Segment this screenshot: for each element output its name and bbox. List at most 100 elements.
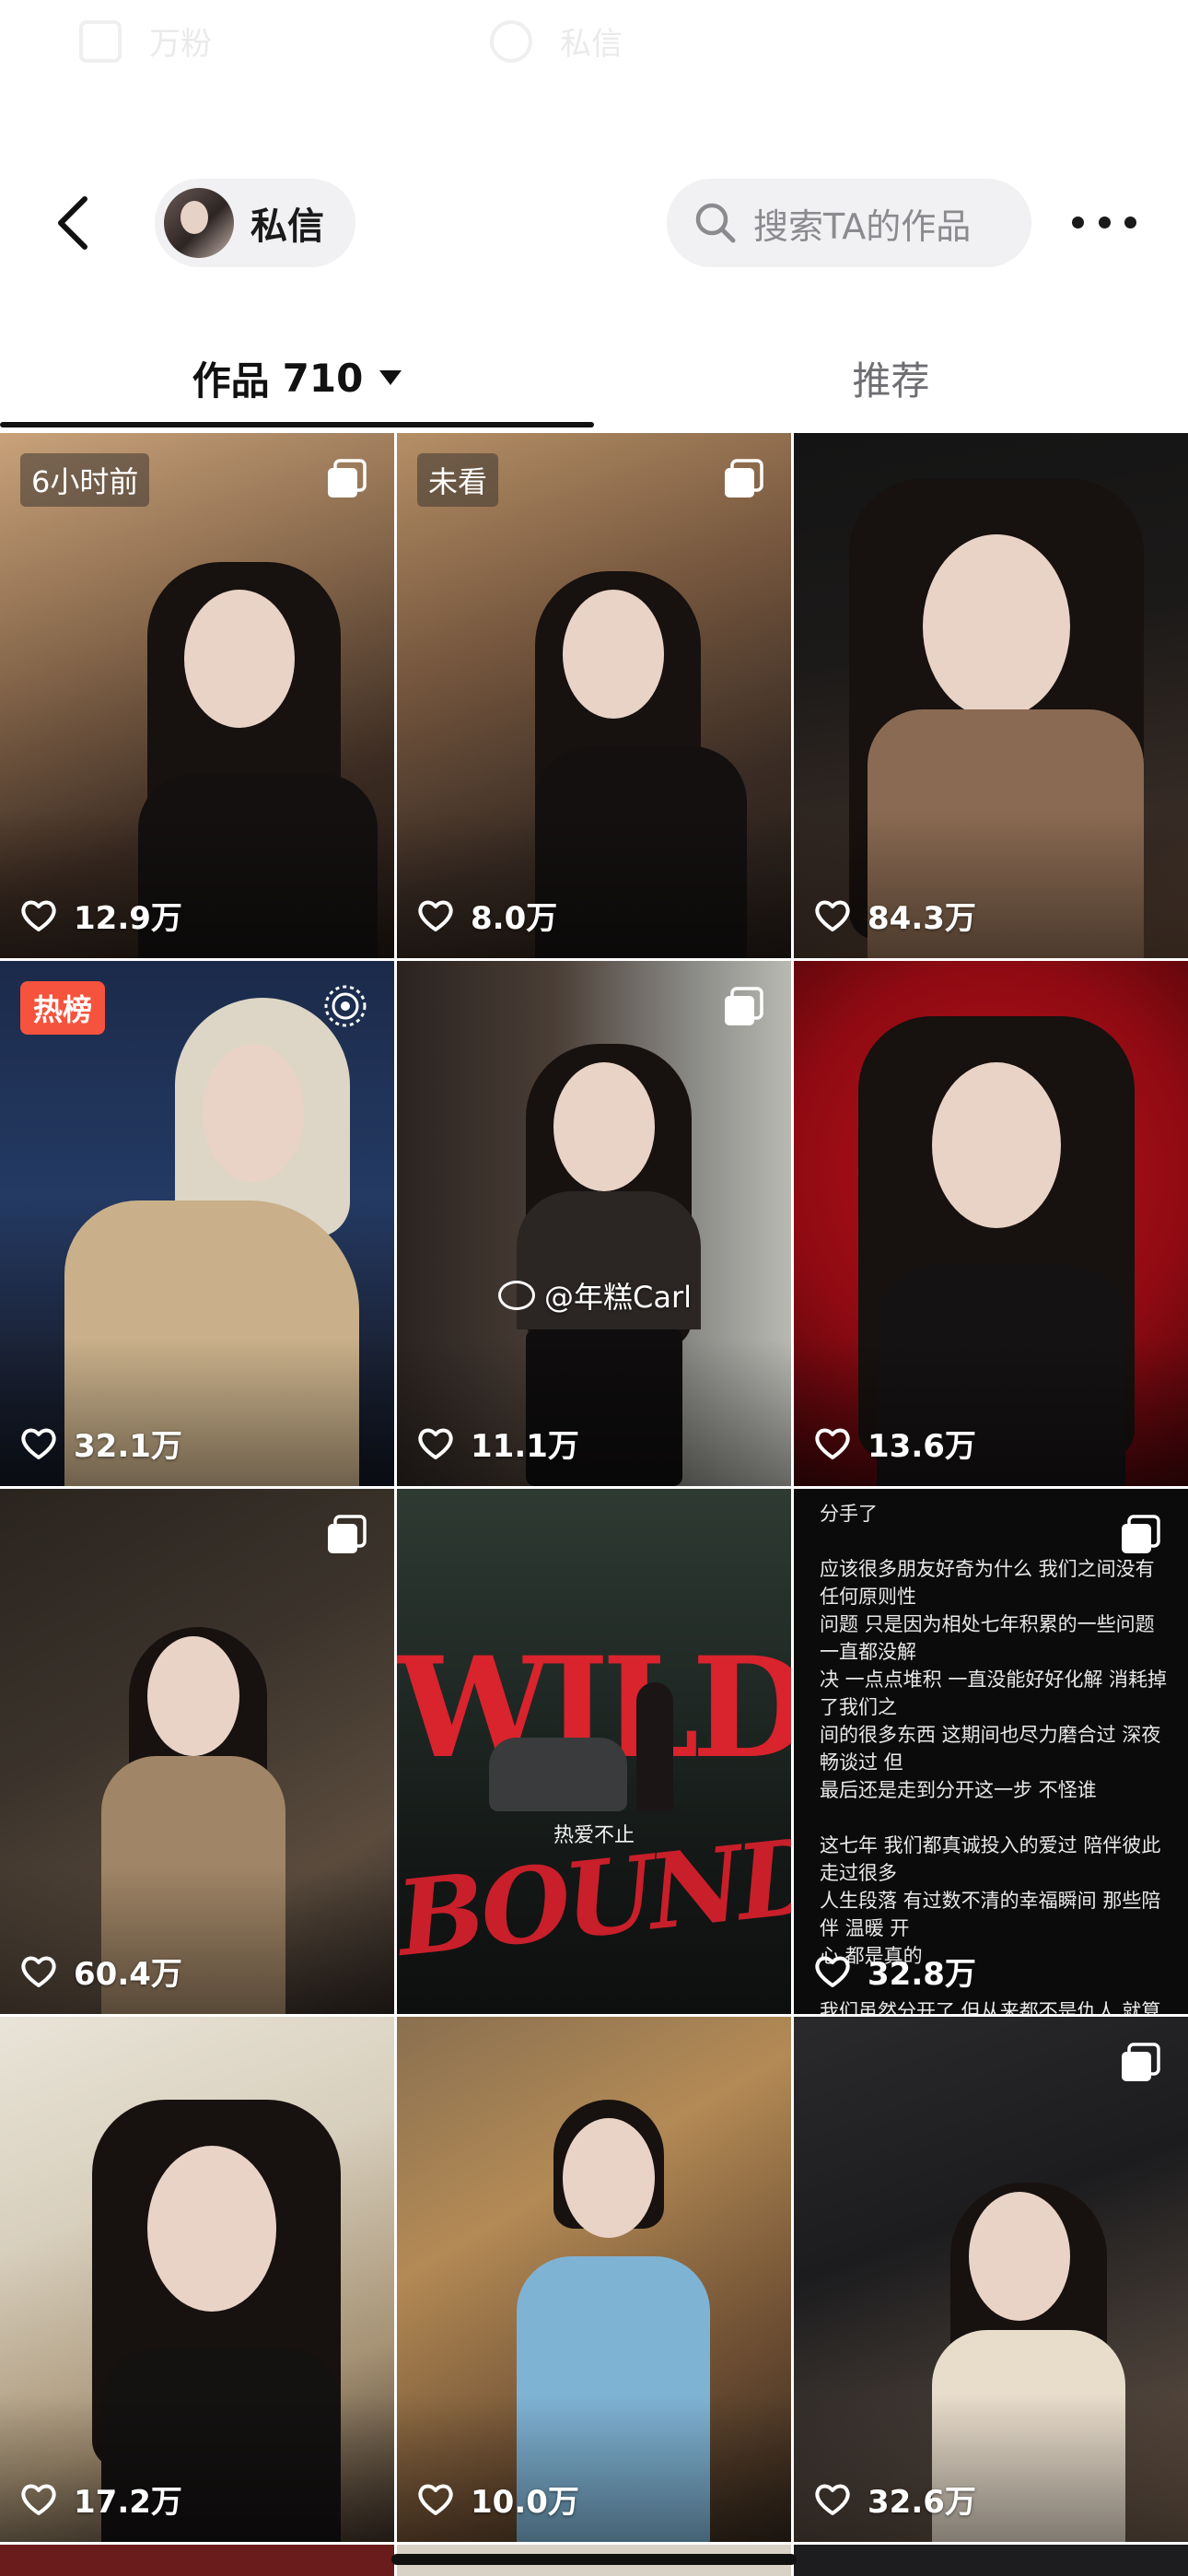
heart-icon [815,1956,850,1987]
work-tile[interactable]: 17.2万 [0,2017,394,2542]
search-placeholder: 搜索TA的作品 [753,205,972,247]
heart-icon [21,1428,56,1459]
poster-figure [636,1682,673,1811]
home-indicator [391,2554,797,2565]
unwatched-badge: 未看 [417,453,499,507]
figure-face [147,2146,276,2312]
work-tile[interactable]: 热榜 32.1万 [0,961,394,1486]
tab-recommend-label: 推荐 [852,357,930,404]
multi-image-icon [725,987,763,1025]
works-grid: 6小时前 12.9万 未看 8.0万 84.3万 热榜 32.1万 @年糕Car… [0,433,1188,2542]
heart-icon [21,2484,56,2515]
profile-header-bar: 私信 搜索TA的作品 [0,171,1188,275]
like-count: 17.2万 [20,2476,182,2522]
work-tile[interactable]: 6小时前 12.9万 [0,433,394,958]
back-arrow-icon [58,196,87,250]
live-photo-icon [324,985,367,1027]
more-dot [1124,216,1136,228]
search-works-input[interactable]: 搜索TA的作品 [667,179,1031,267]
more-dot [1098,216,1111,228]
like-count: 84.3万 [814,893,976,938]
work-tile-peek[interactable] [794,2545,1188,2576]
like-count-text: 60.4万 [74,1956,182,1993]
tab-recommend[interactable]: 推荐 [594,332,1188,424]
like-count: 12.9万 [20,893,182,938]
multi-image-icon [1122,1515,1160,1553]
heart-icon [815,2484,850,2515]
work-tile[interactable]: 13.6万 [794,961,1188,1486]
work-tile[interactable]: WILD 热爱不止 BOUND [397,1489,791,2014]
like-count: 60.4万 [20,1949,182,1994]
figure-face [969,2192,1070,2321]
multi-image-icon [725,459,763,498]
text-post-body: 分手了 应该很多朋友好奇为什么 我们之间没有任何原则性 问题 只是因为相处七年积… [820,1503,1168,2014]
like-count-text: 13.6万 [868,1428,976,1465]
like-count: 10.0万 [417,2476,579,2522]
active-tab-indicator [0,422,594,427]
heart-icon [815,900,850,931]
like-count: 8.0万 [417,893,557,938]
watermark-text: @年糕Carl [544,1280,693,1315]
figure-face [184,590,295,728]
work-tile[interactable]: 84.3万 [794,433,1188,958]
faded-header-area: 万粉 私信 [0,0,1188,157]
dropdown-triangle-icon [379,370,402,385]
more-options-button[interactable] [1072,199,1136,245]
multi-image-icon [328,459,367,498]
like-count-text: 10.0万 [471,2484,579,2521]
faded-fans-item: 万粉 [79,18,212,64]
like-count: 32.8万 [814,1949,976,1994]
work-tile[interactable]: @年糕Carl 11.1万 [397,961,791,1486]
faded-circle-icon [490,19,532,63]
like-count: 32.1万 [20,1421,182,1466]
like-count-text: 12.9万 [74,900,182,937]
figure-face [932,1062,1061,1228]
like-count: 11.1万 [417,1421,579,1466]
back-button[interactable] [48,193,103,252]
like-count-text: 32.8万 [868,1956,976,1993]
figure-face [147,1636,239,1756]
like-count-text: 32.6万 [868,2484,976,2521]
heart-icon [418,900,453,931]
weibo-watermark: @年糕Carl [498,1274,692,1317]
works-count: 710 [282,355,364,401]
multi-image-icon [1122,2043,1160,2081]
search-icon [695,203,736,243]
avatar [164,188,234,258]
like-count-text: 17.2万 [74,2484,182,2521]
work-tile[interactable]: 分手了 应该很多朋友好奇为什么 我们之间没有任何原则性 问题 只是因为相处七年积… [794,1489,1188,2014]
tab-works[interactable]: 作品 710 [0,332,594,424]
work-tile[interactable]: 32.6万 [794,2017,1188,2542]
dm-button[interactable]: 私信 [155,179,355,267]
faded-message-item: 私信 [490,18,623,64]
like-count: 32.6万 [814,2476,976,2522]
weibo-icon [498,1281,535,1310]
time-badge: 6小时前 [20,453,150,507]
figure-face [203,1044,304,1182]
heart-icon [21,900,56,931]
like-count-text: 32.1万 [74,1428,182,1465]
tab-works-label: 作品 [192,357,270,404]
like-count-text: 11.1万 [471,1428,579,1465]
figure-face [553,1062,655,1191]
heart-icon [418,1428,453,1459]
multi-image-icon [328,1515,367,1553]
faded-fans-label: 万粉 [149,26,212,63]
more-dots-icon [1072,216,1084,228]
heart-icon [21,1956,56,1987]
figure-face [923,534,1070,719]
heart-icon [815,1428,850,1459]
faded-box-icon [79,19,122,63]
hot-list-badge: 热榜 [20,981,106,1035]
work-tile-peek[interactable] [0,2545,394,2576]
heart-icon [418,2484,453,2515]
like-count-text: 8.0万 [471,900,558,937]
work-tile[interactable]: 60.4万 [0,1489,394,2014]
faded-message-label: 私信 [560,26,623,63]
work-tile[interactable]: 10.0万 [397,2017,791,2542]
dm-label: 私信 [250,205,324,248]
like-count: 13.6万 [814,1421,976,1466]
figure-face [563,590,664,719]
work-tile[interactable]: 未看 8.0万 [397,433,791,958]
like-count-text: 84.3万 [868,900,976,937]
